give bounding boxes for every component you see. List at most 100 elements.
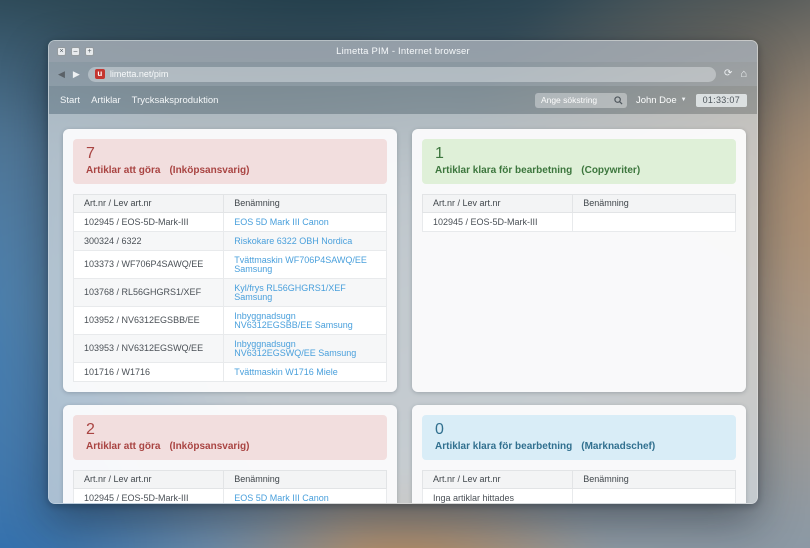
cell-artnr: 102945 / EOS-5D-Mark-III (74, 213, 224, 232)
dashboard: 7 Artiklar att göra (Inköpsansvarig) Art… (49, 114, 757, 503)
cell-benamning: Kyl/frys RL56GHGRS1/XEF Samsung (224, 279, 387, 307)
panel-todo-purchasing-2: 2 Artiklar att göra (Inköpsansvarig) Art… (63, 405, 397, 504)
table-row: 102945 / EOS-5D-Mark-III (423, 213, 736, 232)
panel-role: (Marknadschef) (581, 442, 655, 452)
column-header-benamning: Benämning (224, 195, 387, 213)
cell-artnr: 103373 / WF706P4SAWQ/EE (74, 251, 224, 279)
panel-title: Artiklar klara för bearbetning (435, 442, 572, 452)
cell-benamning: Inbyggnadsugn NV6312EGSBB/EE Samsung (224, 307, 387, 335)
table-row: 101716 / W1716 Tvättmaskin W1716 Miele (74, 363, 387, 382)
panel-title: Artiklar klara för bearbetning (435, 166, 572, 176)
cell-benamning: Inbyggnadsugn NV6312EGSWQ/EE Samsung (224, 335, 387, 363)
cell-benamning: Tvättmaskin W1716 Miele (224, 363, 387, 382)
column-header-benamning: Benämning (573, 471, 736, 489)
column-header-benamning: Benämning (224, 471, 387, 489)
article-link[interactable]: Inbyggnadsugn NV6312EGSWQ/EE Samsung (234, 339, 356, 358)
forward-icon[interactable]: ▶ (73, 70, 80, 79)
article-link[interactable]: Tvättmaskin WF706P4SAWQ/EE Samsung (234, 255, 367, 274)
column-header-artnr: Art.nr / Lev art.nr (74, 195, 224, 213)
articles-table: Art.nr / Lev art.nr Benämning 102945 / E… (422, 194, 736, 232)
nav-item-artiklar[interactable]: Artiklar (91, 95, 121, 106)
panel-role: (Inköpsansvarig) (169, 166, 249, 176)
cell-benamning: EOS 5D Mark III Canon (224, 489, 387, 505)
article-link[interactable]: Tvättmaskin W1716 Miele (234, 367, 338, 377)
panel-todo-purchasing: 7 Artiklar att göra (Inköpsansvarig) Art… (63, 129, 397, 392)
article-link[interactable]: Kyl/frys RL56GHGRS1/XEF Samsung (234, 283, 346, 302)
minimize-button[interactable]: – (71, 47, 80, 56)
cell-benamning (573, 213, 736, 232)
site-header-right: John Doe ▼ 01:33:07 (535, 93, 747, 108)
column-header-artnr: Art.nr / Lev art.nr (423, 195, 573, 213)
cell-artnr: 103768 / RL56GHGRS1/XEF (74, 279, 224, 307)
window-title: Limetta PIM - Internet browser (49, 46, 757, 57)
address-bar[interactable]: u limetta.net/pim (88, 67, 716, 82)
home-icon[interactable]: ⌂ (740, 69, 747, 80)
table-row: 102945 / EOS-5D-Mark-III EOS 5D Mark III … (74, 489, 387, 505)
refresh-icon[interactable]: ⟳ (724, 69, 732, 79)
articles-table: Art.nr / Lev art.nr Benämning Inga artik… (422, 470, 736, 504)
chevron-down-icon: ▼ (681, 97, 687, 103)
cell-benamning: Riskokare 6322 OBH Nordica (224, 232, 387, 251)
nav-item-start[interactable]: Start (60, 95, 80, 106)
search-box (535, 93, 627, 108)
panel-ready-marketing: 0 Artiklar klara för bearbetning (Markna… (412, 405, 746, 504)
cell-artnr: Inga artiklar hittades (423, 489, 573, 505)
panel-header: 1 Artiklar klara för bearbetning (Copywr… (422, 139, 736, 184)
url-text: limetta.net/pim (110, 69, 169, 79)
articles-table: Art.nr / Lev art.nr Benämning 102945 / E… (73, 194, 387, 382)
user-menu[interactable]: John Doe ▼ (636, 95, 687, 106)
panel-role: (Inköpsansvarig) (169, 442, 249, 452)
table-row: 300324 / 6322 Riskokare 6322 OBH Nordica (74, 232, 387, 251)
table-row: 102945 / EOS-5D-Mark-III EOS 5D Mark III … (74, 213, 387, 232)
panel-ready-copywriter: 1 Artiklar klara för bearbetning (Copywr… (412, 129, 746, 392)
article-link[interactable]: EOS 5D Mark III Canon (234, 217, 329, 227)
column-header-artnr: Art.nr / Lev art.nr (423, 471, 573, 489)
browser-toolbar: ◀ ▶ u limetta.net/pim ⟳ ⌂ (49, 62, 757, 86)
panel-count: 7 (86, 146, 374, 162)
panel-role: (Copywriter) (581, 166, 640, 176)
column-header-artnr: Art.nr / Lev art.nr (74, 471, 224, 489)
panel-header: 2 Artiklar att göra (Inköpsansvarig) (73, 415, 387, 460)
cell-artnr: 102945 / EOS-5D-Mark-III (423, 213, 573, 232)
panel-title: Artiklar att göra (86, 442, 160, 452)
table-row: 103768 / RL56GHGRS1/XEF Kyl/frys RL56GHGR… (74, 279, 387, 307)
cell-benamning: EOS 5D Mark III Canon (224, 213, 387, 232)
cell-benamning: Tvättmaskin WF706P4SAWQ/EE Samsung (224, 251, 387, 279)
close-button[interactable]: × (57, 47, 66, 56)
cell-artnr: 101716 / W1716 (74, 363, 224, 382)
desktop: × – + Limetta PIM - Internet browser ◀ ▶… (0, 0, 810, 548)
maximize-button[interactable]: + (85, 47, 94, 56)
cell-artnr: 300324 / 6322 (74, 232, 224, 251)
panel-title: Artiklar att göra (86, 166, 160, 176)
browser-window: × – + Limetta PIM - Internet browser ◀ ▶… (48, 40, 758, 504)
table-row: 103952 / NV6312EGSBB/EE Inbyggnadsugn NV6… (74, 307, 387, 335)
column-header-benamning: Benämning (573, 195, 736, 213)
site-header: Start Artiklar Trycksaksproduktion John … (49, 86, 757, 114)
panel-count: 2 (86, 422, 374, 438)
window-controls: × – + (57, 47, 94, 56)
search-input[interactable] (541, 95, 614, 105)
cell-artnr: 103953 / NV6312EGSWQ/EE (74, 335, 224, 363)
cell-benamning (573, 489, 736, 505)
search-icon[interactable] (614, 96, 623, 105)
timer-badge[interactable]: 01:33:07 (696, 94, 747, 107)
article-link[interactable]: Inbyggnadsugn NV6312EGSBB/EE Samsung (234, 311, 353, 330)
table-row: 103953 / NV6312EGSWQ/EE Inbyggnadsugn NV6… (74, 335, 387, 363)
nav-item-trycksaksproduktion[interactable]: Trycksaksproduktion (132, 95, 219, 106)
panel-header: 0 Artiklar klara för bearbetning (Markna… (422, 415, 736, 460)
back-icon[interactable]: ◀ (58, 70, 65, 79)
article-link[interactable]: EOS 5D Mark III Canon (234, 493, 329, 503)
panel-count: 1 (435, 146, 723, 162)
cell-artnr: 103952 / NV6312EGSBB/EE (74, 307, 224, 335)
window-titlebar: × – + Limetta PIM - Internet browser (49, 41, 757, 62)
article-link[interactable]: Riskokare 6322 OBH Nordica (234, 236, 352, 246)
articles-table: Art.nr / Lev art.nr Benämning 102945 / E… (73, 470, 387, 504)
panel-count: 0 (435, 422, 723, 438)
table-row: 103373 / WF706P4SAWQ/EE Tvättmaskin WF706… (74, 251, 387, 279)
user-name: John Doe (636, 95, 677, 106)
cell-artnr: 102945 / EOS-5D-Mark-III (74, 489, 224, 505)
panel-header: 7 Artiklar att göra (Inköpsansvarig) (73, 139, 387, 184)
panel-grid: 7 Artiklar att göra (Inköpsansvarig) Art… (63, 129, 746, 504)
site-favicon-icon: u (95, 69, 105, 79)
table-row: Inga artiklar hittades (423, 489, 736, 505)
